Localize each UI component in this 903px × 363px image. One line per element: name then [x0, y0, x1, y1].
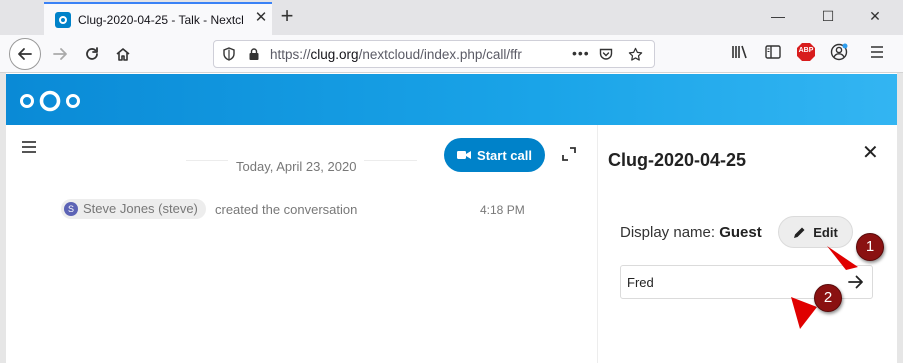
back-icon[interactable] [9, 38, 41, 70]
browser-window: Clug-2020-04-25 - Talk - Nextcl ✕ + — ☐ … [0, 0, 903, 363]
shield-icon[interactable] [222, 47, 236, 61]
forward-icon[interactable] [45, 39, 75, 69]
address-bar[interactable]: https://clug.org/nextcloud/index.php/cal… [213, 40, 655, 68]
url-path: /nextcloud/index.php/call/ffr [358, 47, 522, 62]
minimize-icon[interactable]: — [767, 6, 789, 26]
nextcloud-header [6, 74, 897, 125]
annotation-marker-2: 2 [814, 284, 842, 312]
date-separator: Today, April 23, 2020 [228, 159, 365, 174]
message-text: created the conversation [215, 202, 358, 217]
display-name-row: Display name: Guest [620, 224, 762, 241]
maximize-icon[interactable]: ☐ [817, 6, 839, 26]
bookmark-star-icon[interactable] [628, 47, 643, 61]
message-author: Steve Jones (steve) [83, 201, 198, 216]
close-window-icon[interactable]: ✕ [864, 6, 886, 26]
url-host: clug.org [310, 47, 359, 62]
url-prefix: https:// [270, 47, 311, 62]
url-text[interactable]: https://clug.org/nextcloud/index.php/cal… [270, 47, 562, 62]
account-icon[interactable] [828, 41, 850, 63]
pencil-icon [794, 227, 805, 238]
conversation-title: Clug-2020-04-25 [608, 150, 747, 170]
start-call-button[interactable]: Start call [444, 138, 545, 172]
tab-strip: Clug-2020-04-25 - Talk - Nextcl ✕ + — ☐ … [0, 0, 903, 35]
start-call-label: Start call [477, 147, 532, 163]
message-author-chip[interactable]: S Steve Jones (steve) [61, 199, 206, 219]
annotation-marker-1: 1 [856, 233, 884, 261]
chat-panel: Today, April 23, 2020 Start call S Steve… [6, 125, 597, 363]
adblock-plus-icon[interactable]: ABP [795, 41, 817, 63]
home-icon[interactable] [108, 39, 138, 69]
sidebar-toggle-icon[interactable] [762, 41, 784, 63]
page-actions-icon[interactable]: ••• [572, 45, 589, 61]
library-icon[interactable] [729, 41, 751, 63]
display-name-value: Guest [719, 224, 762, 241]
display-name-label: Display name: [620, 224, 716, 241]
message-time: 4:18 PM [480, 203, 525, 217]
app-navigation-toggle-icon[interactable] [22, 141, 36, 153]
new-tab-icon[interactable]: + [276, 5, 298, 27]
nextcloud-talk-favicon-icon [55, 12, 71, 28]
close-tab-icon[interactable]: ✕ [252, 9, 270, 27]
nextcloud-logo-icon[interactable] [18, 90, 82, 112]
reload-icon[interactable] [77, 39, 107, 69]
lock-icon[interactable] [247, 47, 261, 61]
close-sidebar-icon[interactable]: ✕ [862, 143, 879, 163]
browser-tab[interactable]: Clug-2020-04-25 - Talk - Nextcl ✕ [44, 2, 272, 35]
video-camera-icon [457, 151, 472, 159]
navigation-bar: https://clug.org/nextcloud/index.php/cal… [0, 35, 903, 73]
abp-badge: ABP [798, 47, 814, 54]
pocket-icon[interactable] [599, 47, 613, 61]
avatar: S [64, 202, 78, 216]
menu-icon[interactable] [866, 41, 888, 63]
tab-title: Clug-2020-04-25 - Talk - Nextcl [78, 13, 244, 27]
fullscreen-icon[interactable] [562, 147, 578, 163]
